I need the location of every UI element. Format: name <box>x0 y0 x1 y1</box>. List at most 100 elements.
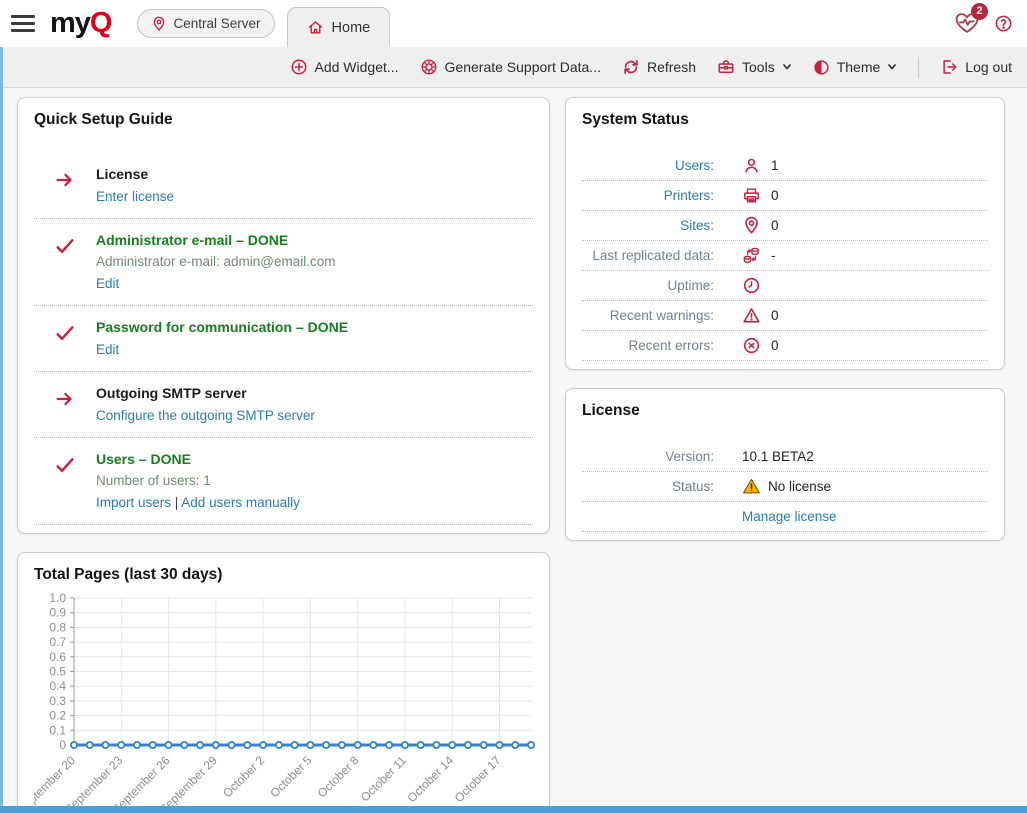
system-status-row: Last replicated data: - <box>582 241 988 271</box>
license-panel: License Version: 10.1 BETA2Status: No li… <box>565 388 1005 541</box>
status-row-label[interactable]: Users: <box>582 158 714 173</box>
status-row-label[interactable]: Sites: <box>582 218 714 233</box>
quick-setup-link[interactable]: Configure the outgoing SMTP server <box>96 408 315 423</box>
status-row-value: 1 <box>771 158 779 173</box>
quick-setup-item-subtext: Administrator e-mail: admin@email.com <box>96 254 533 269</box>
quick-setup-item-title: Administrator e-mail – DONE <box>96 232 533 248</box>
status-row-value: 0 <box>771 308 779 323</box>
quick-setup-link[interactable]: Edit <box>96 276 119 291</box>
app-header: myQ Central Server Home 2 <box>0 0 1027 47</box>
system-status-row: Recent errors: 0 <box>582 331 988 361</box>
log-out-label: Log out <box>965 59 1012 75</box>
quick-setup-link[interactable]: Edit <box>96 342 119 357</box>
svg-text:0.5: 0.5 <box>49 665 66 679</box>
quick-setup-item-title: Password for communication – DONE <box>96 319 533 335</box>
system-status-row: Users: 1 <box>582 151 988 181</box>
license-rows: Version: 10.1 BETA2Status: No license Ma… <box>582 442 988 532</box>
theme-menu-button[interactable]: Theme <box>813 59 898 76</box>
quick-setup-guide-panel: Quick Setup Guide License Enter license … <box>17 97 550 534</box>
status-row-value: 0 <box>771 188 779 203</box>
manage-license-link[interactable]: Manage license <box>742 509 837 524</box>
svg-text:October 17: October 17 <box>452 753 504 805</box>
license-title: License <box>582 402 988 420</box>
logo-text-black: my <box>50 7 90 39</box>
svg-text:0.4: 0.4 <box>49 679 66 693</box>
replication-icon <box>742 246 761 265</box>
system-status-row: Recent warnings: 0 <box>582 301 988 331</box>
quick-setup-link[interactable]: Import users <box>96 495 171 510</box>
svg-text:October 5: October 5 <box>267 753 314 800</box>
generate-support-data-label: Generate Support Data... <box>445 59 601 75</box>
quick-setup-item: Administrator e-mail – DONE Administrato… <box>34 219 533 306</box>
home-icon <box>307 19 324 36</box>
svg-text:0.8: 0.8 <box>49 620 66 634</box>
license-row-value: 10.1 BETA2 <box>742 449 814 464</box>
system-status-title: System Status <box>582 111 988 129</box>
license-row: Manage license <box>582 502 988 532</box>
clock-icon <box>742 276 761 295</box>
toolbar-divider <box>918 57 919 78</box>
tools-label: Tools <box>742 59 775 75</box>
license-row-value: No license <box>768 479 831 494</box>
tools-menu-button[interactable]: Tools <box>717 58 792 76</box>
central-server-label: Central Server <box>173 16 260 31</box>
system-status-panel: System Status Users: 1Printers: 0Sites: … <box>565 97 1005 370</box>
menu-hamburger-icon[interactable] <box>11 15 35 32</box>
warning-icon <box>742 306 761 325</box>
check-icon <box>54 454 76 476</box>
svg-text:October 2: October 2 <box>220 753 267 800</box>
svg-text:October 8: October 8 <box>315 753 362 800</box>
home-tab-label: Home <box>332 20 371 36</box>
help-icon[interactable] <box>994 14 1013 33</box>
quick-setup-guide-items: License Enter license Administrator e-ma… <box>34 153 533 525</box>
add-widget-button[interactable]: Add Widget... <box>290 58 399 76</box>
warning-yellow-icon <box>742 477 761 496</box>
system-status-row: Uptime: <box>582 271 988 301</box>
quick-setup-item-subtext: Number of users: 1 <box>96 473 533 488</box>
svg-text:0.7: 0.7 <box>49 635 66 649</box>
page-frame-left <box>0 47 3 813</box>
status-row-label: Recent warnings: <box>582 308 714 323</box>
svg-text:1.0: 1.0 <box>49 591 66 605</box>
log-out-button[interactable]: Log out <box>940 58 1012 76</box>
plus-circle-icon <box>290 58 308 76</box>
license-row: Version: 10.1 BETA2 <box>582 442 988 472</box>
refresh-button[interactable]: Refresh <box>622 58 696 76</box>
myq-logo: myQ <box>50 9 111 38</box>
system-status-row: Printers: 0 <box>582 181 988 211</box>
refresh-icon <box>622 58 640 76</box>
quick-setup-item-title: License <box>96 166 533 182</box>
quick-setup-item: Password for communication – DONE Edit <box>34 306 533 372</box>
central-server-button[interactable]: Central Server <box>137 9 274 38</box>
add-widget-label: Add Widget... <box>315 59 399 75</box>
status-row-label: Last replicated data: <box>582 248 714 263</box>
logout-icon <box>940 58 958 76</box>
status-row-label[interactable]: Printers: <box>582 188 714 203</box>
toolbox-icon <box>717 58 735 76</box>
main-content: Quick Setup Guide License Enter license … <box>0 88 1027 813</box>
arrow-right-icon <box>54 388 76 410</box>
system-status-row: Sites: 0 <box>582 211 988 241</box>
tab-home[interactable]: Home <box>287 7 391 47</box>
quick-setup-item: License Enter license <box>34 153 533 219</box>
site-pin-icon <box>742 216 761 235</box>
location-pin-icon <box>151 16 167 32</box>
system-health-button[interactable]: 2 <box>954 10 981 38</box>
status-row-value: 0 <box>771 218 779 233</box>
theme-contrast-icon <box>813 59 830 76</box>
quick-setup-link[interactable]: Add users manually <box>181 495 300 510</box>
theme-label: Theme <box>837 59 881 75</box>
quick-setup-item-title: Outgoing SMTP server <box>96 385 533 401</box>
check-icon <box>54 322 76 344</box>
error-icon <box>742 336 761 355</box>
generate-support-data-button[interactable]: Generate Support Data... <box>420 58 601 76</box>
action-toolbar: Add Widget... Generate Support Data... R… <box>0 47 1027 88</box>
quick-setup-link[interactable]: Enter license <box>96 189 174 204</box>
total-pages-title: Total Pages (last 30 days) <box>34 566 533 584</box>
svg-text:0.3: 0.3 <box>49 694 66 708</box>
page-frame-bottom <box>0 806 1027 813</box>
status-row-value: - <box>771 248 776 263</box>
support-lifebuoy-icon <box>420 58 438 76</box>
svg-text:0: 0 <box>59 738 66 752</box>
quick-setup-guide-title: Quick Setup Guide <box>34 111 533 129</box>
